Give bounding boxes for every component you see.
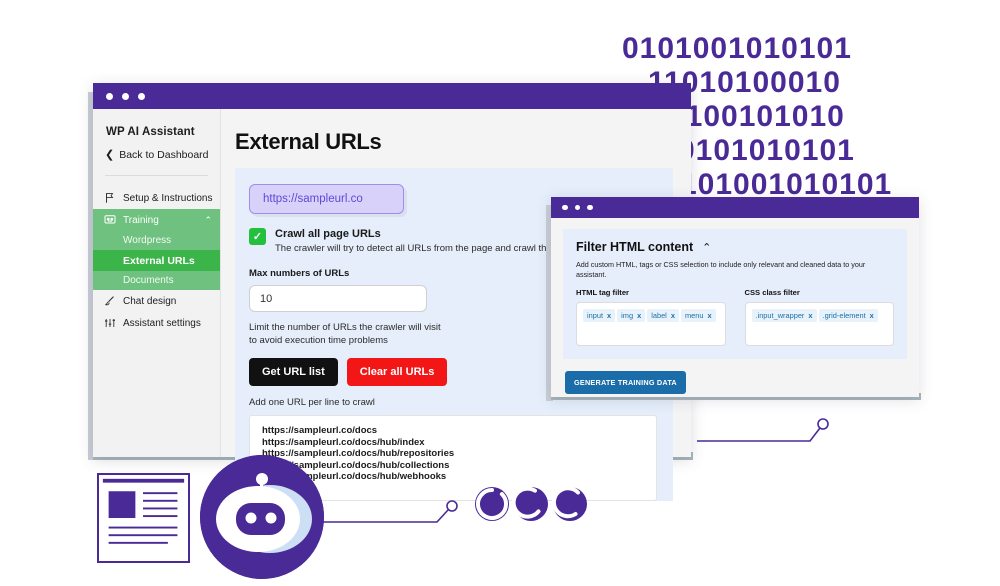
window-dot-red-icon[interactable]	[106, 92, 113, 100]
binary-row-1: 0101001010101	[622, 32, 852, 65]
html-tag-filter-label: HTML tag filter	[576, 288, 630, 297]
remove-tag-icon[interactable]: x	[637, 311, 641, 320]
document-card-contents-icon	[102, 478, 185, 544]
connector-line-left	[320, 509, 449, 523]
sidebar-item-label: Chat design	[123, 295, 177, 307]
filter-html-card: Filter HTML content ⌃ Add custom HTML, t…	[563, 229, 907, 359]
html-tag-filter-column: HTML tag filter input x img x label x menu x	[576, 288, 726, 346]
window-dot-yellow-icon[interactable]	[574, 204, 580, 211]
clear-all-urls-button[interactable]: Clear all URLs	[346, 358, 448, 386]
remove-tag-icon[interactable]: x	[870, 311, 874, 320]
filter-tag-label: label	[651, 311, 667, 320]
flag-icon	[106, 193, 114, 203]
remove-tag-icon[interactable]: x	[607, 311, 611, 320]
filter-tag[interactable]: menu x	[680, 309, 716, 322]
sidebar-brand: WP AI Assistant	[106, 126, 195, 138]
sidebar-item-label: Setup & Instructions	[123, 192, 213, 204]
sliders-icon	[105, 319, 115, 327]
crawl-all-urls-label: Crawl all page URLs	[275, 228, 381, 240]
css-class-filter-label: CSS class filter	[744, 288, 800, 297]
filter-tag-label: menu	[684, 311, 704, 320]
binary-row-4: 0101010101	[678, 134, 855, 167]
window-filter: Filter HTML content ⌃ Add custom HTML, t…	[551, 197, 919, 397]
screenshot-root: 0101001010101 11010100010 0100101010 010…	[0, 0, 1000, 586]
connector-line-right	[697, 427, 821, 442]
document-card-icon	[97, 473, 190, 563]
filter-tag[interactable]: img x	[617, 309, 646, 322]
sidebar-item-chat-design[interactable]: Chat design	[93, 290, 220, 312]
filter-title: Filter HTML content	[576, 240, 694, 254]
monitor-face-icon	[104, 215, 116, 224]
sidebar-item-label: Documents	[123, 275, 174, 286]
chevron-left-icon: ❮	[105, 148, 115, 161]
window-filter-titlebar	[551, 197, 919, 218]
window-dot-red-icon[interactable]	[562, 204, 568, 211]
sidebar-item-documents[interactable]: Documents	[93, 271, 220, 290]
sidebar-item-setup-instructions[interactable]: Setup & Instructions	[93, 187, 220, 209]
generate-training-data-button[interactable]: GENERATE TRAINING DATA	[565, 371, 686, 394]
window-main-titlebar	[93, 83, 691, 109]
connector-node-right	[817, 418, 829, 430]
sidebar-item-label: External URLs	[123, 254, 195, 267]
remove-tag-icon[interactable]: x	[671, 311, 675, 320]
filter-tag-label: img	[621, 311, 634, 320]
url-input[interactable]: https://sampleurl.co	[249, 184, 404, 214]
get-url-list-button[interactable]: Get URL list	[249, 358, 338, 386]
chevron-up-icon[interactable]: ⌃	[702, 241, 711, 254]
window-dot-yellow-icon[interactable]	[122, 92, 129, 100]
crawl-all-urls-description: The crawler will try to detect all URLs …	[275, 243, 563, 254]
window-dot-green-icon[interactable]	[587, 204, 593, 211]
sidebar-item-label: Wordpress	[123, 235, 172, 246]
filter-tag[interactable]: .grid-element x	[818, 309, 878, 322]
sidebar: WP AI Assistant ❮ Back to Dashboard Setu…	[93, 109, 221, 457]
sidebar-item-assistant-settings[interactable]: Assistant settings	[93, 312, 220, 334]
css-class-filter-box[interactable]: .input_wrapper x .grid-element x	[744, 302, 894, 346]
connector-node-left	[446, 500, 458, 512]
filter-columns: HTML tag filter input x img x label x menu x…	[576, 288, 894, 346]
html-tag-filter-box[interactable]: input x img x label x menu x	[576, 302, 726, 346]
remove-tag-icon[interactable]: x	[808, 311, 812, 320]
filter-header[interactable]: Filter HTML content ⌃	[576, 240, 894, 254]
sidebar-item-label: Assistant settings	[123, 317, 201, 329]
sidebar-item-label: Training	[123, 214, 159, 226]
robot-avatar-icon	[200, 455, 324, 579]
binary-row-3: 0100101010	[668, 100, 845, 133]
brush-icon	[104, 296, 114, 306]
url-list-item: https://sampleurl.co/docs	[262, 425, 378, 436]
filter-tag-label: input	[587, 311, 604, 320]
page-title: External URLs	[235, 129, 382, 154]
robot-face-icon	[200, 455, 324, 579]
sidebar-item-training[interactable]: Training ⌃	[93, 209, 220, 231]
window-dot-green-icon[interactable]	[138, 92, 145, 100]
chevron-up-icon[interactable]: ⌃	[204, 215, 212, 226]
filter-tag[interactable]: input x	[583, 309, 616, 322]
filter-tag-label: .grid-element	[822, 311, 866, 320]
max-urls-input[interactable]: 10	[249, 285, 427, 312]
crawl-all-urls-checkbox[interactable]: ✓	[249, 228, 266, 245]
back-to-dashboard-label: Back to Dashboard	[119, 149, 209, 161]
back-to-dashboard-link[interactable]: ❮ Back to Dashboard	[93, 138, 220, 161]
remove-tag-icon[interactable]: x	[707, 311, 711, 320]
sidebar-item-wordpress[interactable]: Wordpress	[93, 231, 220, 250]
css-class-filter-column: CSS class filter .input_wrapper x .grid-e…	[744, 288, 894, 346]
sidebar-item-external-urls[interactable]: External URLs	[93, 250, 220, 271]
sidebar-divider	[105, 175, 208, 176]
url-list-item: https://sampleurl.co/docs/hub/index	[262, 436, 425, 448]
filter-tag[interactable]: label x	[647, 309, 679, 322]
filter-description: Add custom HTML, tags or CSS selection t…	[576, 260, 866, 279]
window-filter-body: Filter HTML content ⌃ Add custom HTML, t…	[551, 218, 919, 394]
filter-tag[interactable]: .input_wrapper x	[751, 309, 817, 322]
filter-tag-label: .input_wrapper	[755, 311, 805, 320]
